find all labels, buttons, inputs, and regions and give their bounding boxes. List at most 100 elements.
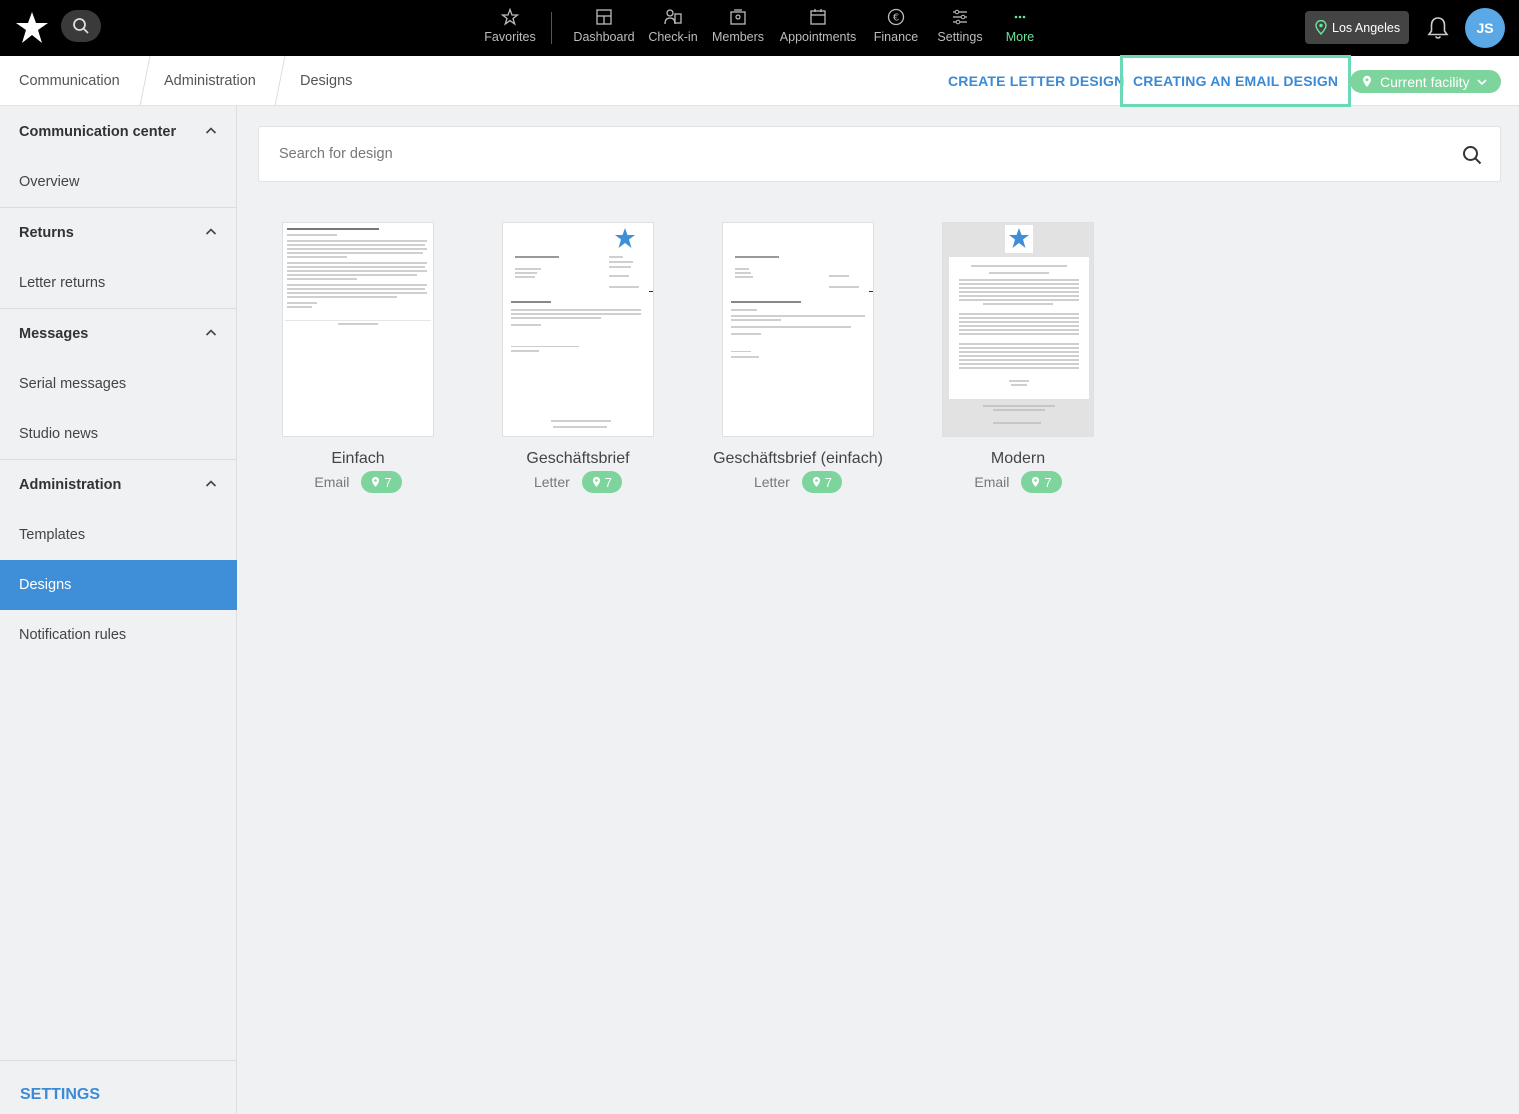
notifications-bell-icon[interactable]: [1426, 15, 1450, 41]
design-search-box: [258, 126, 1501, 182]
sidebar-section-communication-center[interactable]: Communication center: [0, 107, 237, 157]
create-letter-design-button[interactable]: CREATE LETTER DESIGN: [948, 56, 1124, 106]
sidebar-item-label: Notification rules: [19, 627, 127, 643]
avatar-initials: JS: [1476, 20, 1494, 36]
breadcrumb-administration[interactable]: Administration: [164, 56, 256, 106]
design-meta: Email 7: [902, 471, 1134, 493]
design-search-input[interactable]: [279, 127, 1429, 181]
brand-star-logo-icon: [1009, 228, 1029, 248]
nav-more[interactable]: More: [975, 8, 1065, 44]
design-meta: Letter 7: [682, 471, 914, 493]
settings-link[interactable]: SETTINGS: [20, 1086, 100, 1104]
facility-count: 7: [604, 474, 613, 490]
facility-count: 7: [384, 474, 392, 490]
facility-count-badge[interactable]: 7: [361, 471, 402, 493]
sidebar-item-studio-news[interactable]: Studio news: [0, 409, 237, 459]
sidebar-item-designs[interactable]: Designs: [0, 560, 237, 610]
sidebar-section-title: Communication center: [19, 124, 177, 140]
nav-label: Check-in: [648, 30, 698, 44]
sidebar-item-label: Overview: [19, 174, 80, 190]
sidebar-item-label: Studio news: [19, 426, 98, 442]
nav-label: Appointments: [779, 30, 857, 44]
euro-icon: €: [887, 8, 905, 26]
nav-label: Finance: [873, 30, 919, 44]
breadcrumb-communication[interactable]: Communication: [19, 56, 120, 106]
sidebar-section-returns[interactable]: Returns: [0, 208, 237, 258]
facility-filter-dropdown[interactable]: Current facility: [1350, 70, 1501, 93]
design-type: Email: [314, 474, 350, 490]
design-type: Letter: [533, 474, 570, 490]
breadcrumb-separator: [274, 56, 286, 106]
facility-count-badge[interactable]: 7: [581, 471, 623, 493]
sidebar-section-administration[interactable]: Administration: [0, 460, 237, 510]
location-label: Los Angeles: [1332, 20, 1401, 35]
sidebar-item-letter-returns[interactable]: Letter returns: [0, 258, 237, 308]
sidebar-item-label: Letter returns: [19, 275, 106, 291]
nav-members[interactable]: Members: [693, 8, 783, 44]
nav-label: More: [1005, 30, 1035, 44]
location-selector[interactable]: Los Angeles: [1305, 11, 1409, 44]
facility-count: 7: [1044, 474, 1052, 490]
sidebar: Communication center Overview Returns Le…: [0, 106, 237, 1114]
create-email-design-button[interactable]: CREATING AN EMAIL DESIGN: [1120, 55, 1352, 107]
design-meta: Email 7: [242, 471, 474, 493]
breadcrumb-bar: Communication Administration Designs CRE…: [0, 55, 1519, 107]
nav-label: Dashboard: [573, 30, 635, 44]
calendar-icon: [810, 9, 826, 25]
breadcrumb-separator: [139, 56, 151, 106]
search-icon: [73, 18, 89, 34]
chevron-up-icon: [205, 329, 217, 336]
nav-favorites[interactable]: Favorites: [465, 8, 555, 44]
nav-label: Members: [711, 30, 765, 44]
design-preview-thumbnail[interactable]: [942, 222, 1094, 437]
brand-star-logo-icon: [615, 228, 635, 248]
design-name: Geschäftsbrief: [526, 450, 630, 467]
sidebar-item-label: Serial messages: [19, 376, 127, 392]
chevron-down-icon: [1477, 78, 1488, 85]
chevron-up-icon: [205, 228, 217, 235]
dashboard-icon: [596, 9, 612, 25]
design-name: Einfach: [331, 450, 385, 467]
design-meta: Letter 7: [462, 471, 694, 493]
sidebar-divider: [0, 1060, 237, 1061]
search-icon[interactable]: [1462, 145, 1482, 165]
design-name: Modern: [990, 450, 1046, 467]
sidebar-section-title: Messages: [19, 326, 89, 342]
sidebar-item-serial-messages[interactable]: Serial messages: [0, 359, 237, 409]
star-icon: [501, 8, 519, 26]
nav-appointments[interactable]: Appointments: [773, 8, 863, 44]
chevron-up-icon: [205, 480, 217, 487]
facility-count: 7: [824, 474, 833, 490]
design-type: Letter: [753, 474, 790, 490]
nav-label: Favorites: [484, 30, 536, 44]
design-preview-thumbnail[interactable]: [722, 222, 874, 437]
facility-count-badge[interactable]: 7: [801, 471, 843, 493]
sliders-icon: [953, 9, 967, 25]
breadcrumb-designs: Designs: [300, 73, 353, 89]
sidebar-section-messages[interactable]: Messages: [0, 309, 237, 359]
design-preview-thumbnail[interactable]: [502, 222, 654, 437]
user-avatar[interactable]: JS: [1465, 8, 1505, 48]
more-dots-icon: [1014, 15, 1026, 19]
design-type: Email: [974, 474, 1010, 490]
location-pin-icon: [1315, 20, 1327, 35]
sidebar-section-title: Returns: [19, 225, 74, 241]
location-pin-icon: [1363, 75, 1371, 87]
check-in-icon: [664, 9, 682, 25]
sidebar-section-title: Administration: [19, 477, 122, 493]
sidebar-item-overview[interactable]: Overview: [0, 157, 237, 207]
facility-count-badge[interactable]: 7: [1021, 471, 1062, 493]
location-pin-icon: [1032, 476, 1040, 487]
sidebar-item-label: Templates: [19, 527, 86, 543]
sidebar-item-label: Designs: [19, 577, 72, 593]
location-pin-icon: [372, 476, 380, 487]
sidebar-item-templates[interactable]: Templates: [0, 510, 237, 560]
top-navigation-bar: Favorites Dashboard Check-in Members App…: [0, 0, 1519, 56]
design-preview-thumbnail[interactable]: [282, 222, 434, 437]
facility-label: Current facility: [1380, 73, 1470, 90]
members-icon: [730, 9, 746, 25]
global-search-button[interactable]: [61, 10, 101, 42]
location-pin-icon: [592, 476, 600, 487]
brand-star-logo-icon[interactable]: [14, 10, 50, 46]
sidebar-item-notification-rules[interactable]: Notification rules: [0, 610, 237, 660]
